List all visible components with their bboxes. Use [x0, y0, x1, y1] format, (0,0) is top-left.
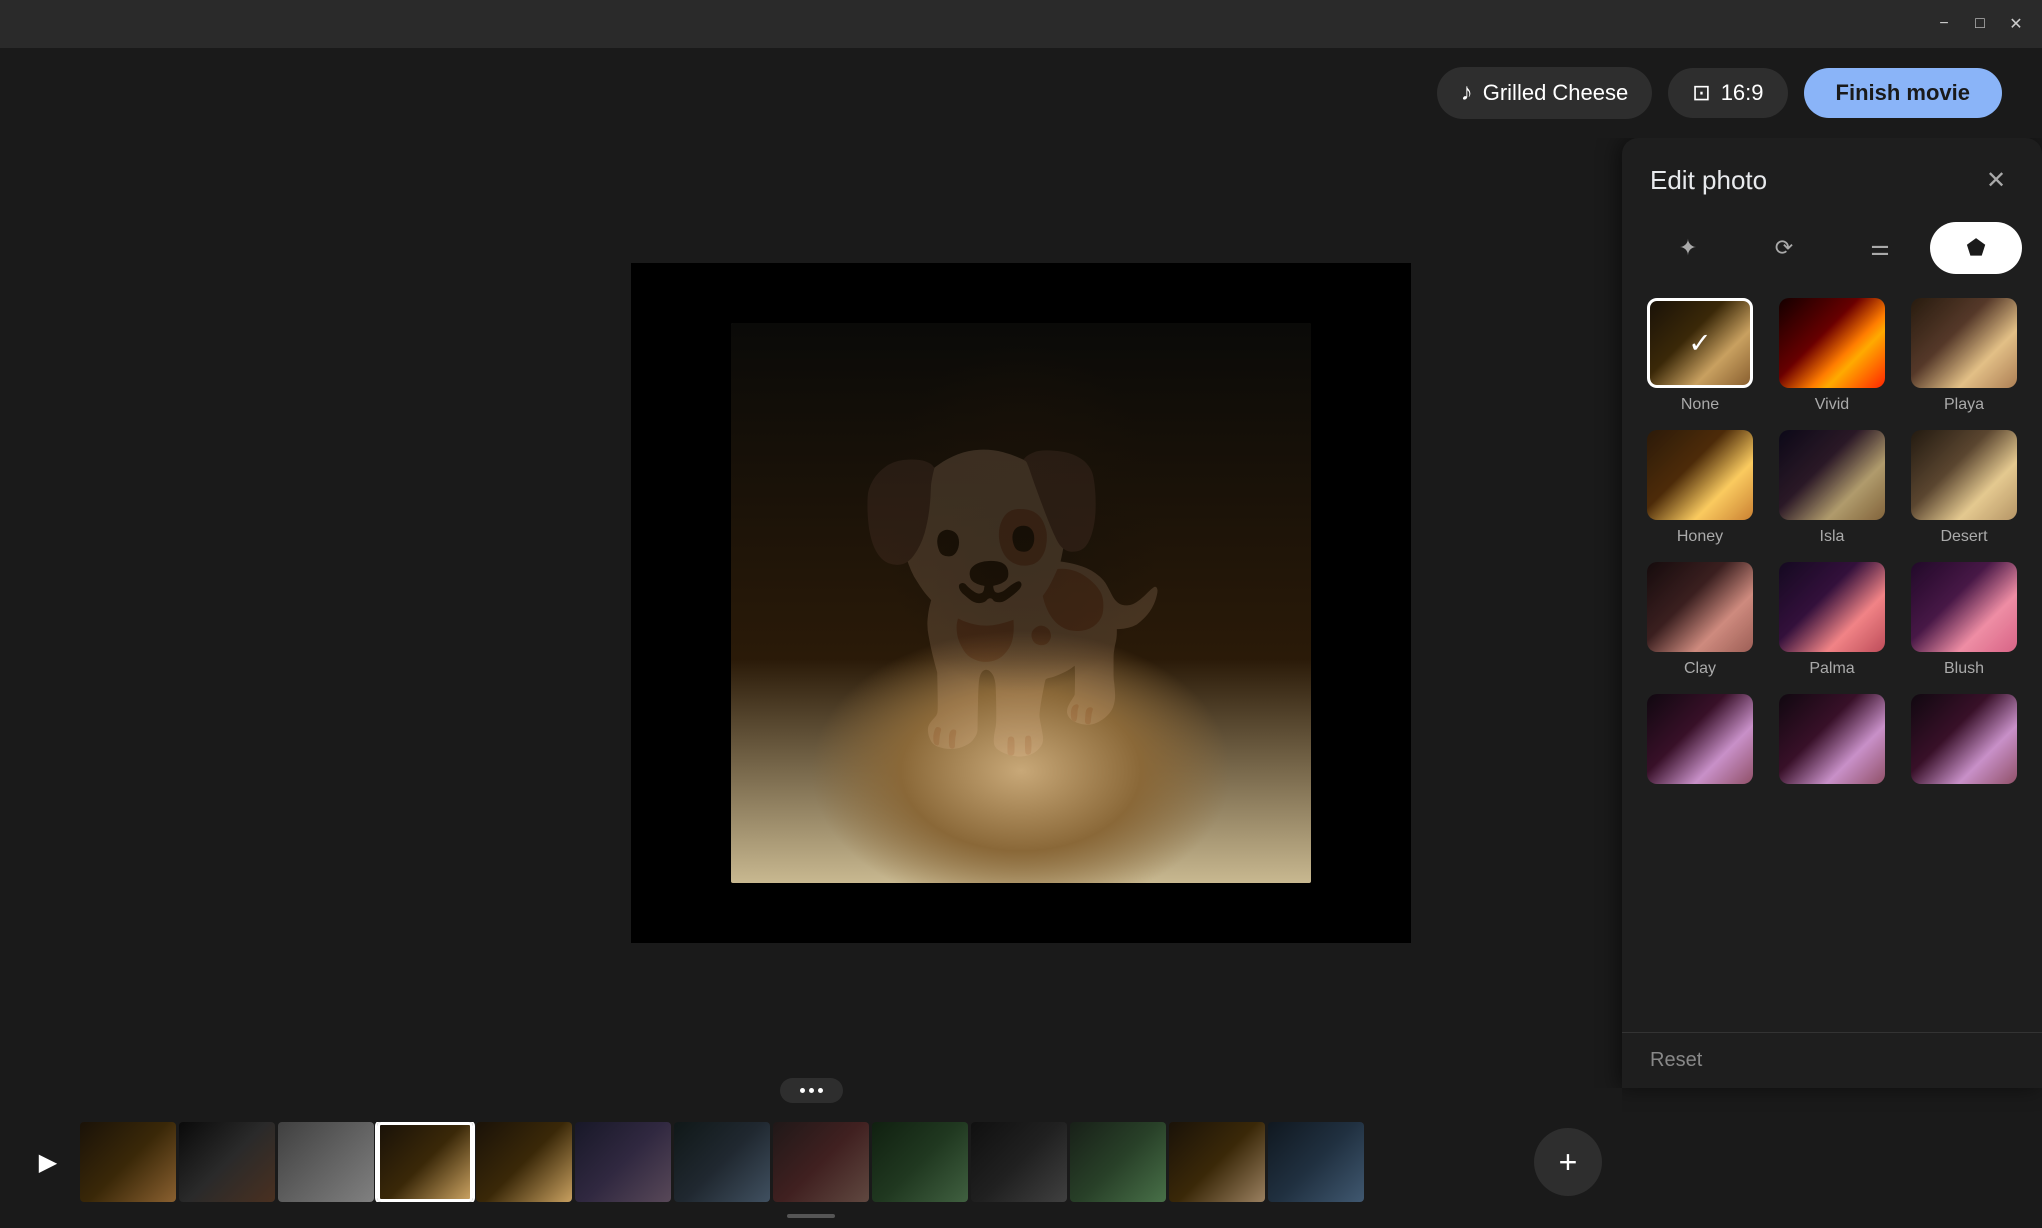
- filter-row4b-thumb: [1779, 694, 1885, 784]
- thumbnail-strip: [80, 1122, 1530, 1202]
- edit-panel-footer: Reset: [1622, 1032, 2042, 1088]
- drag-handle[interactable]: [787, 1214, 835, 1218]
- minimize-button[interactable]: −: [1930, 10, 1958, 38]
- crop-icon: ⟳: [1775, 235, 1793, 261]
- edit-photo-panel: Edit photo ✕ ✦ ⟳ ⚌ ⬟ ✓: [1622, 138, 2042, 1088]
- maximize-button[interactable]: □: [1966, 10, 1994, 38]
- ratio-button[interactable]: ⊡ 16:9: [1668, 68, 1787, 118]
- filter-row4a-thumb: [1647, 694, 1753, 784]
- timeline-thumb-11[interactable]: [1070, 1122, 1166, 1202]
- edit-panel-title: Edit photo: [1650, 165, 1767, 196]
- dot1: [800, 1088, 805, 1093]
- filter-clay[interactable]: Clay: [1642, 562, 1758, 678]
- filter-icon: ⬟: [1966, 235, 1985, 261]
- music-button[interactable]: ♪ Grilled Cheese: [1437, 67, 1653, 119]
- filter-isla-thumb: [1779, 430, 1885, 520]
- reset-button[interactable]: Reset: [1650, 1049, 1702, 1072]
- drag-line: [787, 1214, 835, 1218]
- filter-blush-thumb: [1911, 562, 2017, 652]
- preview-image: [731, 323, 1311, 883]
- filter-row4b[interactable]: [1774, 694, 1890, 792]
- edit-panel-header: Edit photo ✕: [1622, 138, 2042, 214]
- timeline-thumb-12[interactable]: [1169, 1122, 1265, 1202]
- filter-clay-label: Clay: [1684, 660, 1716, 678]
- dot3: [818, 1088, 823, 1093]
- edit-tabs: ✦ ⟳ ⚌ ⬟: [1622, 214, 2042, 282]
- filter-none[interactable]: ✓ None: [1642, 298, 1758, 414]
- ratio-label: 16:9: [1721, 80, 1764, 106]
- timeline-thumb-4-selected[interactable]: [377, 1122, 473, 1202]
- filter-honey-thumb: [1647, 430, 1753, 520]
- filter-none-thumb: ✓: [1647, 298, 1753, 388]
- close-button[interactable]: ✕: [2002, 10, 2030, 38]
- edit-panel-close-button[interactable]: ✕: [1978, 162, 2014, 198]
- titlebar: − □ ✕: [0, 0, 2042, 48]
- filter-none-label: None: [1681, 396, 1719, 414]
- filter-palma-label: Palma: [1809, 660, 1854, 678]
- adjust-icon: ⚌: [1870, 235, 1890, 261]
- timeline-thumb-13[interactable]: [1268, 1122, 1364, 1202]
- dot2: [809, 1088, 814, 1093]
- filter-desert-label: Desert: [1940, 528, 1987, 546]
- filter-playa-label: Playa: [1944, 396, 1984, 414]
- filter-palma[interactable]: Palma: [1774, 562, 1890, 678]
- filter-desert[interactable]: Desert: [1906, 430, 2022, 546]
- more-options-button[interactable]: [780, 1078, 843, 1103]
- timeline-thumb-8[interactable]: [773, 1122, 869, 1202]
- photo-preview-area: [631, 263, 1411, 943]
- tab-filter[interactable]: ⬟: [1930, 222, 2022, 274]
- add-icon: +: [1559, 1144, 1578, 1181]
- timeline-thumb-9[interactable]: [872, 1122, 968, 1202]
- timeline-thumb-5[interactable]: [476, 1122, 572, 1202]
- filter-palma-thumb: [1779, 562, 1885, 652]
- filter-grid: ✓ None Vivid Playa Honey Is: [1622, 282, 2042, 1032]
- filter-desert-thumb: [1911, 430, 2017, 520]
- play-icon: ▶: [39, 1148, 57, 1177]
- filter-blush[interactable]: Blush: [1906, 562, 2022, 678]
- music-icon: ♪: [1461, 79, 1473, 107]
- timeline-thumb-3[interactable]: [278, 1122, 374, 1202]
- filter-vivid-thumb: [1779, 298, 1885, 388]
- filter-row4a[interactable]: [1642, 694, 1758, 792]
- filter-vivid-label: Vivid: [1815, 396, 1849, 414]
- filter-isla[interactable]: Isla: [1774, 430, 1890, 546]
- filter-playa[interactable]: Playa: [1906, 298, 2022, 414]
- play-button[interactable]: ▶: [20, 1134, 76, 1190]
- filter-honey[interactable]: Honey: [1642, 430, 1758, 546]
- tab-adjust[interactable]: ⚌: [1834, 222, 1926, 274]
- main-content-area: Edit photo ✕ ✦ ⟳ ⚌ ⬟ ✓: [0, 138, 2042, 1088]
- filter-clay-thumb: [1647, 562, 1753, 652]
- filter-honey-label: Honey: [1677, 528, 1723, 546]
- selected-check-icon: ✓: [1688, 327, 1711, 360]
- add-media-button[interactable]: +: [1534, 1128, 1602, 1196]
- timeline-strip: ▶ +: [0, 1122, 1622, 1202]
- timeline-area: ▶ +: [0, 1088, 1622, 1228]
- filter-isla-label: Isla: [1820, 528, 1845, 546]
- filter-row4c[interactable]: [1906, 694, 2022, 792]
- music-label: Grilled Cheese: [1483, 80, 1629, 106]
- timeline-thumb-7[interactable]: [674, 1122, 770, 1202]
- timeline-thumb-1[interactable]: [80, 1122, 176, 1202]
- timeline-thumb-6[interactable]: [575, 1122, 671, 1202]
- filter-blush-label: Blush: [1944, 660, 1984, 678]
- tab-suggest[interactable]: ✦: [1642, 222, 1734, 274]
- suggest-icon: ✦: [1679, 235, 1697, 261]
- topbar: ♪ Grilled Cheese ⊡ 16:9 Finish movie: [0, 48, 2042, 138]
- finish-movie-button[interactable]: Finish movie: [1804, 68, 2002, 118]
- timeline-thumb-10[interactable]: [971, 1122, 1067, 1202]
- tab-crop[interactable]: ⟳: [1738, 222, 1830, 274]
- filter-vivid[interactable]: Vivid: [1774, 298, 1890, 414]
- ratio-icon: ⊡: [1692, 80, 1710, 106]
- filter-row4c-thumb: [1911, 694, 2017, 784]
- timeline-thumb-2[interactable]: [179, 1122, 275, 1202]
- filter-playa-thumb: [1911, 298, 2017, 388]
